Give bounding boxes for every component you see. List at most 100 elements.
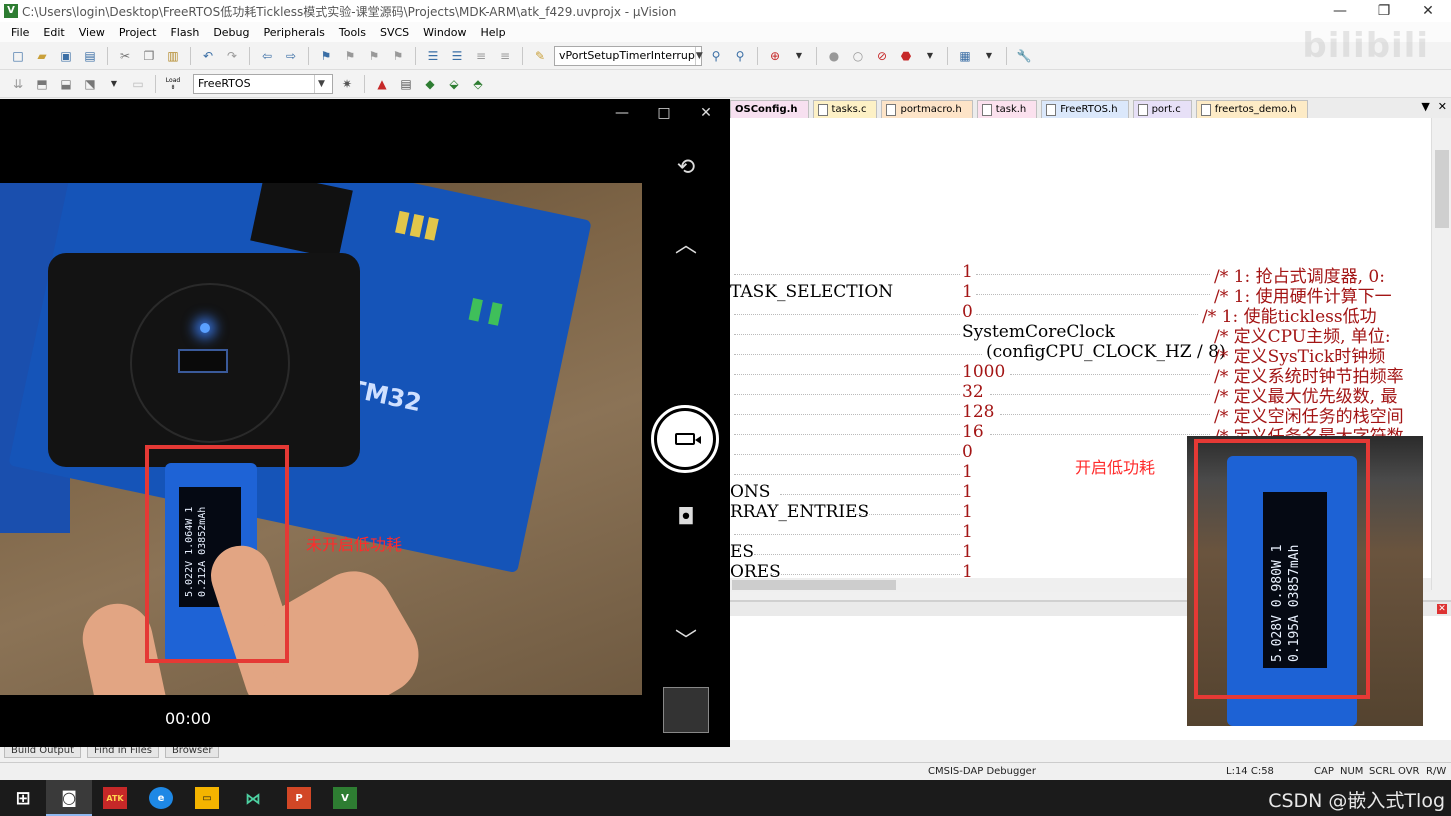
bookmark-prev-icon[interactable]: ⚑ — [340, 46, 360, 66]
rebuild-icon[interactable]: ⬓ — [56, 74, 76, 94]
editor-vertical-scrollbar[interactable] — [1431, 118, 1451, 590]
menu-tools[interactable]: Tools — [332, 26, 373, 39]
select-packs-icon[interactable]: ⬘ — [468, 74, 488, 94]
menu-view[interactable]: View — [72, 26, 112, 39]
tab-list-dropdown-icon[interactable]: ▼ — [1421, 100, 1429, 113]
file-extensions-icon[interactable]: ▤ — [396, 74, 416, 94]
tab-freertosconfig[interactable]: OSConfig.h — [730, 100, 809, 118]
menu-flash[interactable]: Flash — [163, 26, 206, 39]
dot-leader — [770, 574, 960, 575]
pack-installer-icon[interactable]: ⬙ — [444, 74, 464, 94]
build-icon[interactable]: ⬒ — [32, 74, 52, 94]
incremental-find-icon[interactable]: ⚲ — [730, 46, 750, 66]
file-toolbar: □ ▰ ▣ ▤ ✂ ❐ ▥ ↶ ↷ ⇦ ⇨ ⚑ ⚑ ⚑ ⚑ ☰ ☰ ≡ ≡ ✎ … — [0, 42, 1451, 70]
manage-project-icon[interactable]: ▲ — [372, 74, 392, 94]
close-button[interactable]: ✕ — [1406, 0, 1450, 22]
target-options-icon[interactable]: ✷ — [337, 74, 357, 94]
copy-icon[interactable]: ❐ — [139, 46, 159, 66]
switch-camera-icon[interactable]: ⟲ — [666, 155, 706, 180]
taskbar-keil-uvision[interactable]: V — [322, 780, 368, 816]
csdn-watermark: CSDN @嵌入式Tlog — [1268, 790, 1445, 812]
taskbar-powerpoint[interactable]: P — [276, 780, 322, 816]
menu-help[interactable]: Help — [474, 26, 513, 39]
close-tab-icon[interactable]: ✕ — [1438, 100, 1447, 113]
target-combo[interactable]: FreeRTOS ▼ — [193, 73, 333, 94]
save-all-icon[interactable]: ▤ — [80, 46, 100, 66]
menu-peripherals[interactable]: Peripherals — [257, 26, 332, 39]
nav-back-icon[interactable]: ⇦ — [257, 46, 277, 66]
dropdown-arrow-icon[interactable]: ▼ — [789, 46, 809, 66]
tab-label: freertos_demo.h — [1214, 104, 1297, 115]
indent-icon[interactable]: ☰ — [423, 46, 443, 66]
uncomment-icon[interactable]: ≡ — [495, 46, 515, 66]
open-file-icon[interactable]: ▰ — [32, 46, 52, 66]
translate-icon[interactable]: ⇊ — [8, 74, 28, 94]
nav-forward-icon[interactable]: ⇨ — [281, 46, 301, 66]
bookmark-clear-icon[interactable]: ⚑ — [388, 46, 408, 66]
comment-icon[interactable]: ≡ — [471, 46, 491, 66]
tab-portmacro-h[interactable]: portmacro.h — [881, 100, 973, 118]
breakpoint-clear-icon[interactable]: ⊘ — [872, 46, 892, 66]
taskbar-file-explorer[interactable]: ▭ — [184, 780, 230, 816]
taskbar-edge[interactable]: e — [138, 780, 184, 816]
minimize-button[interactable]: — — [1318, 0, 1362, 22]
taskbar-atk-xcom[interactable]: ATK — [92, 780, 138, 816]
file-icon — [817, 103, 828, 116]
menu-window[interactable]: Window — [416, 26, 473, 39]
load-download-icon[interactable]: Load ⇟ — [163, 74, 183, 94]
record-button[interactable] — [651, 405, 719, 473]
bookmark-icon[interactable]: ⚑ — [316, 46, 336, 66]
taskbar-visual-studio[interactable]: ⋈ — [230, 780, 276, 816]
unindent-icon[interactable]: ☰ — [447, 46, 467, 66]
tab-task-h[interactable]: task.h — [976, 100, 1038, 118]
camera-close-button[interactable]: ✕ — [686, 105, 726, 121]
debug-session-icon[interactable]: ⊕ — [765, 46, 785, 66]
bookmark-next-icon[interactable]: ⚑ — [364, 46, 384, 66]
batch-build-icon[interactable]: ⬔ — [80, 74, 100, 94]
menu-debug[interactable]: Debug — [206, 26, 256, 39]
chevron-down-icon[interactable]: ﹀ — [666, 623, 706, 655]
dot-leader — [856, 514, 960, 515]
photo-mode-icon[interactable]: ◘ — [666, 505, 706, 530]
dropdown-arrow-icon[interactable]: ▼ — [104, 74, 124, 94]
dropdown-arrow-icon[interactable]: ▼ — [920, 46, 940, 66]
chevron-up-icon[interactable]: ︿ — [666, 227, 706, 259]
tab-tasks-c[interactable]: tasks.c — [812, 100, 878, 118]
tab-freertos-h[interactable]: FreeRTOS.h — [1041, 100, 1129, 118]
last-capture-thumbnail[interactable] — [663, 687, 709, 733]
menu-edit[interactable]: Edit — [36, 26, 71, 39]
find-icon[interactable]: ⚲ — [706, 46, 726, 66]
run-time-env-icon[interactable]: ◆ — [420, 74, 440, 94]
scrollbar-thumb[interactable] — [732, 580, 896, 590]
chevron-down-icon[interactable]: ▼ — [694, 46, 703, 65]
menu-file[interactable]: File — [4, 26, 36, 39]
function-combo[interactable]: vPortSetupTimerInterrup ▼ — [554, 45, 703, 66]
new-file-icon[interactable]: □ — [8, 46, 28, 66]
window-layout-icon[interactable]: ▦ — [955, 46, 975, 66]
tab-freertos-demo-h[interactable]: freertos_demo.h — [1195, 100, 1308, 118]
stop-build-icon[interactable]: ▭ — [128, 74, 148, 94]
configure-icon[interactable]: 🔧 — [1014, 46, 1034, 66]
menu-svcs[interactable]: SVCS — [373, 26, 416, 39]
find-in-files-icon[interactable]: ✎ — [530, 46, 550, 66]
taskbar-camera[interactable]: ◙ — [46, 780, 92, 816]
breakpoint-icon[interactable]: ● — [824, 46, 844, 66]
camera-minimize-button[interactable]: — — [602, 105, 642, 121]
window-titlebar: V C:\Users\login\Desktop\FreeRTOS低功耗Tick… — [0, 0, 1451, 22]
breakpoint-disable-icon[interactable]: ○ — [848, 46, 868, 66]
dropdown-arrow-icon[interactable]: ▼ — [979, 46, 999, 66]
undo-icon[interactable]: ↶ — [198, 46, 218, 66]
maximize-button[interactable]: ❐ — [1362, 0, 1406, 22]
scrollbar-thumb[interactable] — [1435, 150, 1449, 228]
cut-icon[interactable]: ✂ — [115, 46, 135, 66]
close-icon[interactable]: ✕ — [1437, 604, 1447, 614]
start-button[interactable]: ⊞ — [0, 780, 46, 816]
redo-icon[interactable]: ↷ — [222, 46, 242, 66]
camera-maximize-button[interactable]: □ — [644, 105, 684, 121]
save-icon[interactable]: ▣ — [56, 46, 76, 66]
tab-port-c[interactable]: port.c — [1132, 100, 1192, 118]
paste-icon[interactable]: ▥ — [163, 46, 183, 66]
menu-project[interactable]: Project — [112, 26, 164, 39]
breakpoint-kill-icon[interactable]: ⬣ — [896, 46, 916, 66]
chevron-down-icon[interactable]: ▼ — [314, 74, 328, 93]
